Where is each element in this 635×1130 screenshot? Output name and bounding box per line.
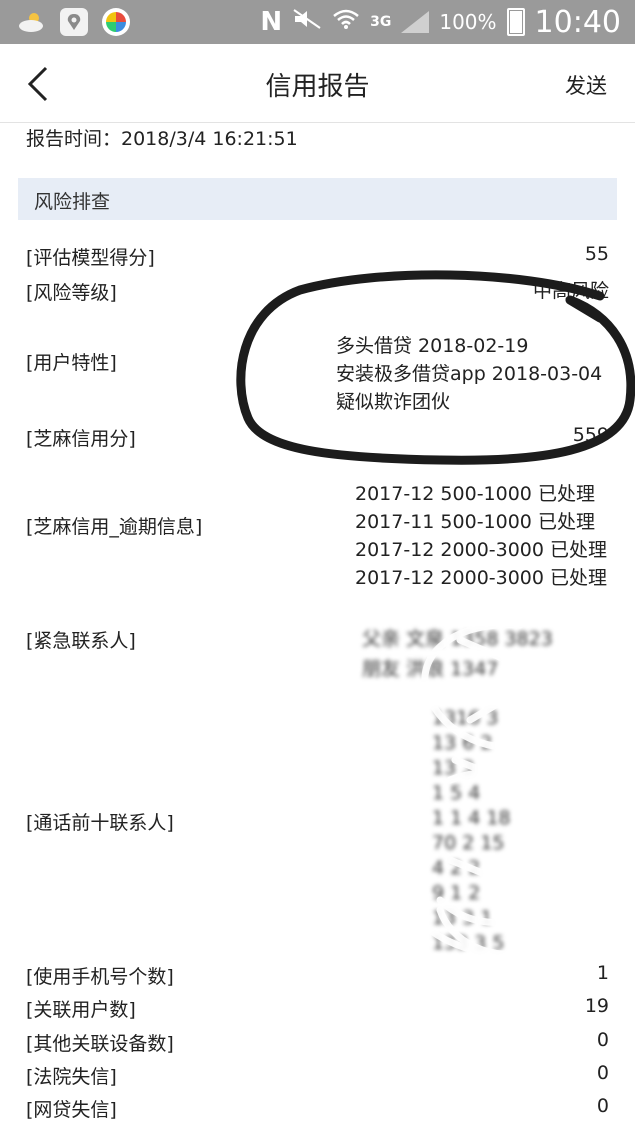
nfc-icon: N bbox=[260, 7, 283, 37]
battery-icon bbox=[506, 8, 525, 36]
top-contact-item: 13 3 1 bbox=[432, 907, 493, 929]
cloud-icon bbox=[18, 8, 46, 36]
other-devices-value: 0 bbox=[596, 1029, 609, 1051]
emergency-contact-item: 朋友 洪浪 1347 bbox=[362, 658, 499, 680]
sesame-overdue-list: 2017-12 500-1000 已处理 2017-11 500-1000 已处… bbox=[355, 480, 607, 592]
emergency-contact-item: 父亲 文泉 1358 3823 bbox=[362, 628, 553, 650]
top-contact-item: 9 1 2 bbox=[432, 882, 481, 904]
signal-icon bbox=[401, 11, 430, 33]
p2p-dishonest-value: 0 bbox=[596, 1095, 609, 1117]
clock: 10:40 bbox=[534, 4, 621, 40]
model-score-value: 55 bbox=[584, 243, 609, 265]
phone-count-label: [使用手机号个数] bbox=[26, 966, 174, 988]
sesame-score-label: [芝麻信用分] bbox=[26, 428, 136, 450]
user-traits-label: [用户特性] bbox=[26, 352, 117, 374]
top-contact-item: 1316 3 bbox=[432, 707, 499, 729]
linked-users-value: 19 bbox=[584, 995, 609, 1017]
overdue-item: 2017-12 2000-3000 已处理 bbox=[355, 567, 608, 589]
top-contact-item: 13 3 bbox=[432, 757, 475, 779]
map-app-icon bbox=[60, 8, 88, 36]
top-contact-item: 1 1 4 18 bbox=[432, 807, 511, 829]
network-type: 3G bbox=[370, 14, 392, 30]
section-header: 风险排查 bbox=[18, 178, 617, 220]
top-contact-item: 13 6 2 bbox=[432, 732, 493, 754]
emergency-contacts-label: [紧急联系人] bbox=[26, 630, 136, 652]
sesame-overdue-label: [芝麻信用_逾期信息] bbox=[26, 516, 203, 538]
emergency-contacts-list: 父亲 文泉 1358 3823 朋友 洪浪 1347 bbox=[362, 624, 553, 684]
wifi-icon bbox=[332, 8, 360, 36]
overdue-item: 2017-12 2000-3000 已处理 bbox=[355, 539, 608, 561]
other-devices-label: [其他关联设备数] bbox=[26, 1033, 174, 1055]
p2p-dishonest-label: [网贷失信] bbox=[26, 1099, 117, 1121]
nav-bar: 信用报告 发送 bbox=[0, 44, 635, 123]
top-contact-item: 133 3 5 bbox=[432, 932, 505, 954]
top-contact-item: 4 2 2 bbox=[432, 857, 481, 879]
user-trait-item: 疑似欺诈团伙 bbox=[336, 391, 451, 413]
court-dishonest-value: 0 bbox=[596, 1062, 609, 1084]
mute-icon bbox=[292, 8, 322, 36]
top-contacts-list: 1316 3 13 6 2 13 3 1 5 4 1 1 4 18 70 2 1… bbox=[432, 706, 511, 956]
battery-percent: 100% bbox=[439, 10, 497, 34]
section-title: 风险排查 bbox=[34, 191, 111, 213]
phone-count-value: 1 bbox=[596, 962, 609, 984]
top-contacts-label: [通话前十联系人] bbox=[26, 812, 174, 834]
page-title: 信用报告 bbox=[265, 72, 370, 102]
model-score-label: [评估模型得分] bbox=[26, 247, 155, 269]
overdue-item: 2017-12 500-1000 已处理 bbox=[355, 483, 595, 505]
court-dishonest-label: [法院失信] bbox=[26, 1066, 117, 1088]
send-button[interactable]: 发送 bbox=[565, 70, 607, 100]
sesame-score-value: 559 bbox=[572, 424, 609, 446]
top-contact-item: 70 2 15 bbox=[432, 832, 505, 854]
user-trait-item: 多头借贷 2018-02-19 bbox=[336, 335, 529, 357]
risk-level-value: 中高风险 bbox=[532, 280, 609, 302]
overdue-item: 2017-11 500-1000 已处理 bbox=[355, 511, 595, 533]
report-time: 报告时间：2018/3/4 16:21:51 bbox=[26, 128, 298, 150]
top-contact-item: 1 5 4 bbox=[432, 782, 481, 804]
risk-level-label: [风险等级] bbox=[26, 282, 117, 304]
colorful-app-icon bbox=[102, 8, 130, 36]
user-traits-list: 多头借贷 2018-02-19 安装极多借贷app 2018-03-04 疑似欺… bbox=[336, 332, 602, 416]
status-bar: N 3G 100% 10:40 bbox=[0, 0, 635, 44]
linked-users-label: [关联用户数] bbox=[26, 999, 136, 1021]
user-trait-item: 安装极多借贷app 2018-03-04 bbox=[336, 363, 603, 385]
